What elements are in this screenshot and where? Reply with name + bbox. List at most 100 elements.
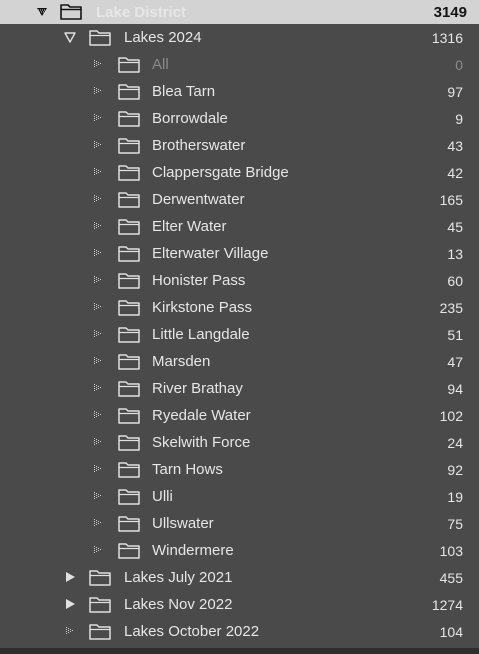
dotted-triangle-icon[interactable]: [92, 166, 104, 178]
folder-row-ulli[interactable]: Ulli 19: [0, 483, 479, 510]
photo-count: 0: [455, 56, 463, 73]
triangle-down-icon[interactable]: [36, 6, 48, 18]
folder-icon: [118, 192, 140, 208]
dotted-triangle-icon[interactable]: [92, 274, 104, 286]
folder-label: Little Langdale: [152, 326, 250, 343]
folder-row-clappersgate-bridge[interactable]: Clappersgate Bridge 42: [0, 159, 479, 186]
dotted-triangle-icon[interactable]: [64, 625, 76, 637]
dotted-triangle-icon[interactable]: [92, 382, 104, 394]
photo-count: 235: [439, 299, 463, 316]
folder-row-ullswater[interactable]: Ullswater 75: [0, 510, 479, 537]
folder-icon: [118, 273, 140, 289]
photo-count: 97: [447, 83, 463, 100]
folder-row-windermere[interactable]: Windermere 103: [0, 537, 479, 564]
folder-label: Brotherswater: [152, 137, 246, 154]
photo-count: 103: [439, 542, 463, 559]
folder-row-brotherswater[interactable]: Brotherswater 43: [0, 132, 479, 159]
folder-icon: [60, 4, 82, 20]
photo-count: 24: [447, 434, 463, 451]
folder-icon: [118, 165, 140, 181]
folder-label: Windermere: [152, 542, 234, 559]
folder-row-skelwith-force[interactable]: Skelwith Force 24: [0, 429, 479, 456]
folder-row-elterwater-village[interactable]: Elterwater Village 13: [0, 240, 479, 267]
photo-count: 104: [439, 623, 463, 640]
dotted-triangle-icon[interactable]: [92, 517, 104, 529]
folder-label: Tarn Hows: [152, 461, 223, 478]
folder-label: Honister Pass: [152, 272, 246, 289]
dotted-triangle-icon[interactable]: [92, 355, 104, 367]
photo-count: 60: [447, 272, 463, 289]
dotted-triangle-icon[interactable]: [92, 409, 104, 421]
photo-count: 13: [447, 245, 463, 262]
triangle-down-icon[interactable]: [64, 31, 76, 43]
folder-row-borrowdale[interactable]: Borrowdale 9: [0, 105, 479, 132]
folder-row-marsden[interactable]: Marsden 47: [0, 348, 479, 375]
folder-row-lakes-october-2022[interactable]: Lakes October 2022 104: [0, 618, 479, 645]
folder-row-lakes-2024[interactable]: Lakes 2024 1316: [0, 24, 479, 51]
folder-icon: [118, 219, 140, 235]
folder-row-derwentwater[interactable]: Derwentwater 165: [0, 186, 479, 213]
dotted-triangle-icon[interactable]: [92, 544, 104, 556]
dotted-triangle-icon[interactable]: [92, 193, 104, 205]
photo-count: 102: [439, 407, 463, 424]
folder-label: Clappersgate Bridge: [152, 164, 289, 181]
photo-count: 92: [447, 461, 463, 478]
folder-label: Lakes 2024: [124, 29, 202, 46]
folder-row-elter-water[interactable]: Elter Water 45: [0, 213, 479, 240]
photo-count: 165: [439, 191, 463, 208]
dotted-triangle-icon[interactable]: [92, 436, 104, 448]
dotted-triangle-icon[interactable]: [92, 112, 104, 124]
photo-count: 51: [447, 326, 463, 343]
folder-label: Lakes October 2022: [124, 623, 260, 640]
folder-row-lake-district[interactable]: Lake District 3149: [0, 0, 479, 24]
folder-label: Skelwith Force: [152, 434, 251, 451]
folder-icon: [118, 57, 140, 73]
folder-icon: [89, 570, 111, 586]
folder-label: All: [152, 56, 169, 73]
folder-icon: [89, 30, 111, 46]
folder-label: Borrowdale: [152, 110, 228, 127]
folder-row-lakes-july-2021[interactable]: Lakes July 2021 455: [0, 564, 479, 591]
photo-count: 43: [447, 137, 463, 154]
folder-row-honister-pass[interactable]: Honister Pass 60: [0, 267, 479, 294]
photo-count: 1274: [431, 596, 463, 613]
dotted-triangle-icon[interactable]: [92, 301, 104, 313]
folder-row-kirkstone-pass[interactable]: Kirkstone Pass 235: [0, 294, 479, 321]
dotted-triangle-icon[interactable]: [92, 58, 104, 70]
dotted-triangle-icon[interactable]: [92, 463, 104, 475]
folder-row-all[interactable]: All 0: [0, 51, 479, 78]
folder-icon: [118, 84, 140, 100]
folder-icon: [118, 516, 140, 532]
folder-row-ryedale-water[interactable]: Ryedale Water 102: [0, 402, 479, 429]
folder-icon: [118, 381, 140, 397]
folder-icon: [118, 489, 140, 505]
folder-label: Lakes July 2021: [124, 569, 233, 586]
folder-tree-panel: Lake District 3149 Lakes 2024 1316 All 0 Ble…: [0, 0, 479, 654]
dotted-triangle-icon[interactable]: [92, 85, 104, 97]
folder-row-little-langdale[interactable]: Little Langdale 51: [0, 321, 479, 348]
folder-label: Ryedale Water: [152, 407, 251, 424]
dotted-triangle-icon[interactable]: [92, 490, 104, 502]
folder-label: Elter Water: [152, 218, 227, 235]
triangle-right-icon[interactable]: [64, 598, 76, 610]
dotted-triangle-icon[interactable]: [92, 247, 104, 259]
folder-icon: [118, 543, 140, 559]
folder-icon: [118, 300, 140, 316]
folder-label: Kirkstone Pass: [152, 299, 253, 316]
triangle-right-icon[interactable]: [64, 571, 76, 583]
photo-count: 9: [455, 110, 463, 127]
dotted-triangle-icon[interactable]: [92, 139, 104, 151]
folder-row-river-brathay[interactable]: River Brathay 94: [0, 375, 479, 402]
folder-icon: [118, 354, 140, 370]
folder-label: Lake District: [96, 3, 187, 21]
folder-label: Ulli: [152, 488, 173, 505]
folder-label: Marsden: [152, 353, 211, 370]
dotted-triangle-icon[interactable]: [92, 328, 104, 340]
dotted-triangle-icon[interactable]: [92, 220, 104, 232]
folder-row-tarn-hows[interactable]: Tarn Hows 92: [0, 456, 479, 483]
folder-row-blea-tarn[interactable]: Blea Tarn 97: [0, 78, 479, 105]
photo-count: 75: [447, 515, 463, 532]
photo-count: 47: [447, 353, 463, 370]
folder-row-lakes-nov-2022[interactable]: Lakes Nov 2022 1274: [0, 591, 479, 618]
folder-label: Blea Tarn: [152, 83, 216, 100]
